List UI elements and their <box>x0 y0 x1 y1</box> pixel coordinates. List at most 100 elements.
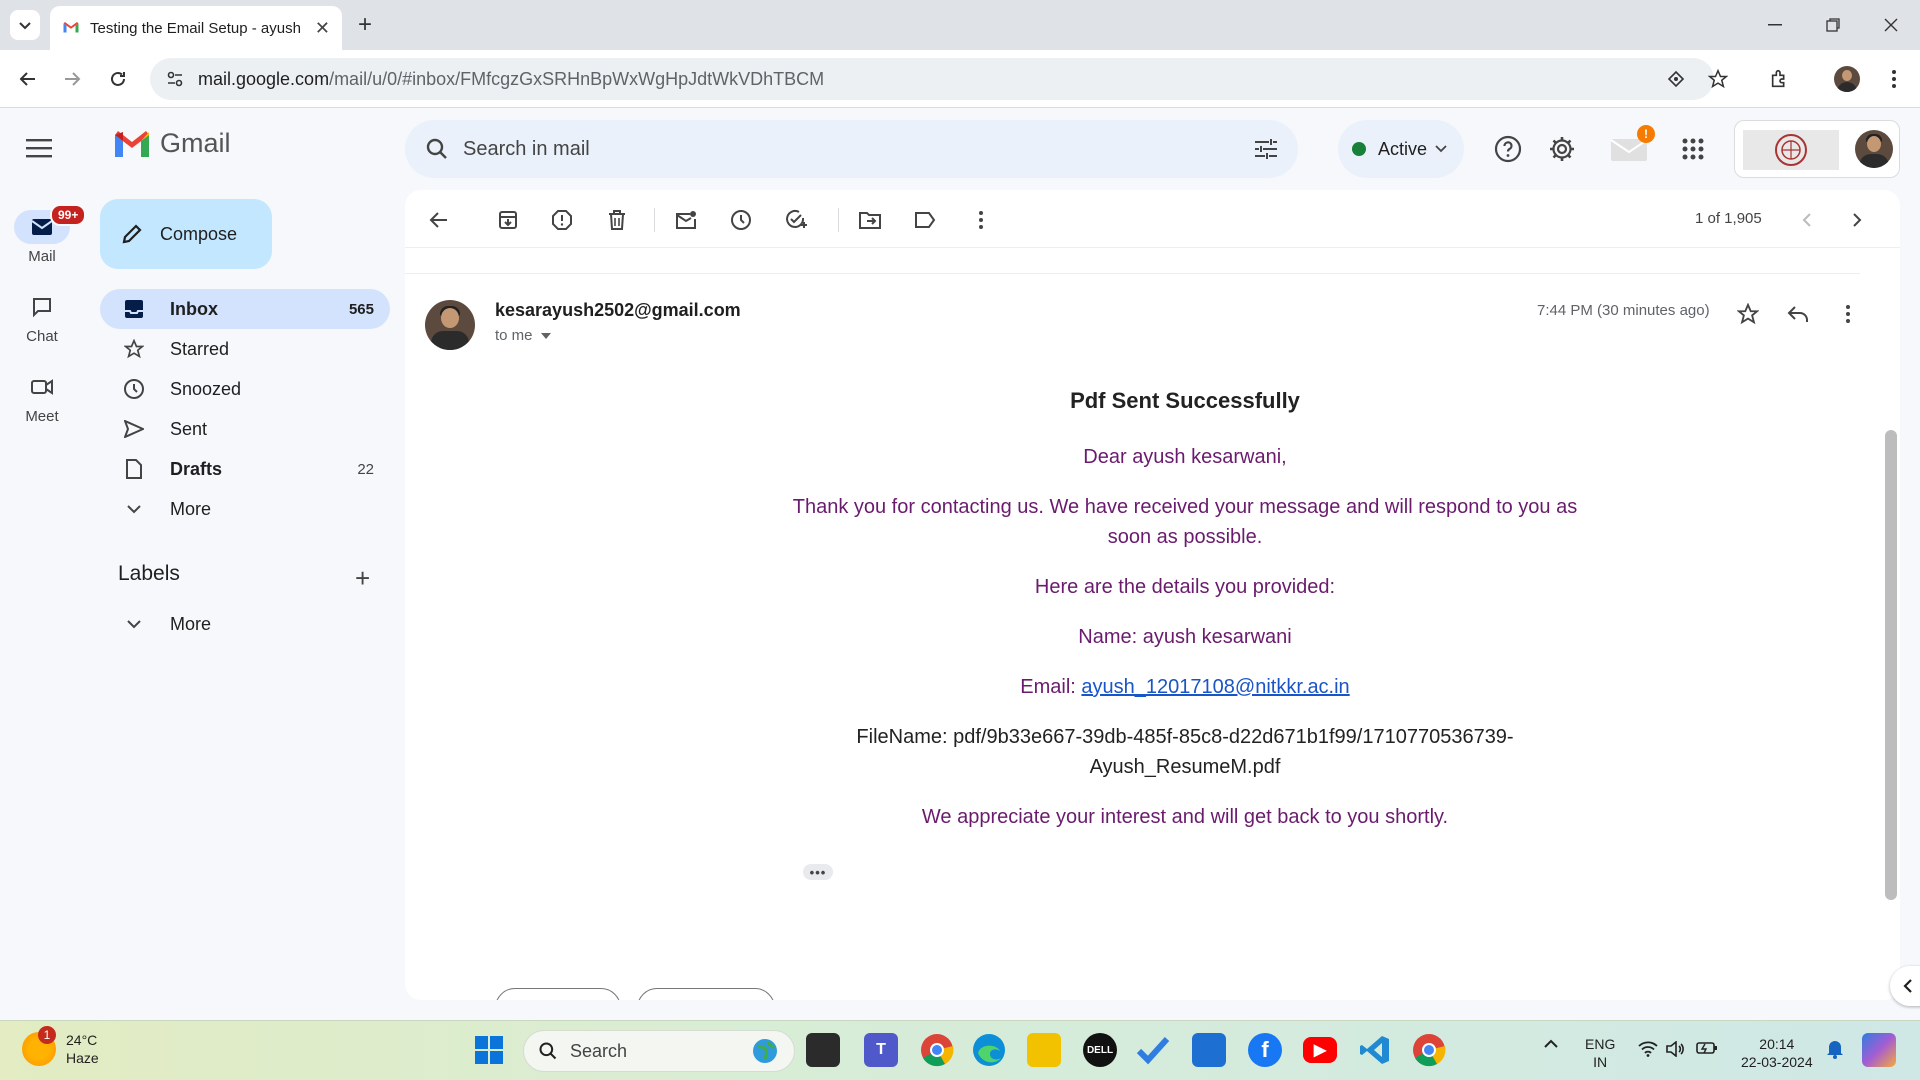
message-scrollbar[interactable] <box>1885 430 1897 900</box>
profile-avatar[interactable] <box>1833 65 1861 93</box>
google-apps-icon[interactable] <box>1677 133 1709 165</box>
mark-unread-icon[interactable] <box>672 206 700 234</box>
minimize-icon[interactable] <box>1760 12 1790 38</box>
reply-icon[interactable] <box>1784 300 1812 328</box>
gmail-logo[interactable]: Gmail <box>112 128 231 159</box>
sender-avatar[interactable] <box>425 300 475 350</box>
settings-gear-icon[interactable] <box>1546 133 1578 165</box>
system-clock[interactable]: 20:14 22-03-2024 <box>1741 1035 1813 1071</box>
chrome-icon[interactable] <box>920 1033 954 1067</box>
forward-button[interactable] <box>637 988 775 1000</box>
star-message-icon[interactable] <box>1734 300 1762 328</box>
wifi-icon[interactable] <box>1638 1041 1658 1057</box>
chevron-down-icon <box>122 504 146 514</box>
message-time: 7:44 PM (30 minutes ago) <box>1537 302 1710 319</box>
back-icon[interactable] <box>14 65 42 93</box>
nav-drafts[interactable]: Drafts 22 <box>100 449 390 489</box>
rail-mail[interactable]: 99+ Mail <box>0 204 87 265</box>
report-spam-icon[interactable] <box>548 206 576 234</box>
move-to-icon[interactable] <box>856 206 884 234</box>
search-input[interactable]: Search in mail <box>463 138 590 161</box>
notifications-icon[interactable]: ! <box>1607 125 1655 165</box>
recipient-details[interactable]: to me <box>495 327 551 344</box>
main-menu-icon[interactable] <box>26 138 52 158</box>
language-indicator[interactable]: ENG IN <box>1585 1035 1615 1071</box>
omnibox[interactable]: mail.google.com/mail/u/0/#inbox/FMfcgzGx… <box>150 58 1714 100</box>
windows-start-icon[interactable] <box>472 1033 506 1067</box>
email-line: Email: ayush_12017108@nitkkr.ac.in <box>1020 676 1350 698</box>
side-panel-toggle-icon[interactable] <box>1890 966 1920 1006</box>
back-to-inbox-icon[interactable] <box>425 206 453 234</box>
site-settings-icon[interactable] <box>166 70 184 88</box>
taskbar-search[interactable]: Search <box>523 1030 795 1072</box>
subject-divider <box>405 273 1860 274</box>
browser-tab[interactable]: Testing the Email Setup - ayush ✕ <box>50 6 342 50</box>
add-label-icon[interactable]: + <box>355 563 370 594</box>
more-options-icon[interactable] <box>967 206 995 234</box>
older-chevron-right-icon[interactable] <box>1843 206 1871 234</box>
notification-bell-icon[interactable] <box>1826 1039 1844 1059</box>
nav-sent[interactable]: Sent <box>100 409 390 449</box>
chrome-active-icon[interactable] <box>1412 1033 1446 1067</box>
volume-icon[interactable] <box>1666 1041 1686 1057</box>
vscode-icon[interactable] <box>1358 1033 1392 1067</box>
edge-icon[interactable] <box>972 1033 1006 1067</box>
nav-snoozed[interactable]: Snoozed <box>100 369 390 409</box>
label-icon[interactable] <box>911 206 939 234</box>
status-selector[interactable]: Active <box>1338 120 1464 178</box>
email-link[interactable]: ayush_12017108@nitkkr.ac.in <box>1081 676 1349 698</box>
forward-icon[interactable] <box>58 65 86 93</box>
reload-icon[interactable] <box>104 65 132 93</box>
rail-meet[interactable]: Meet <box>0 370 84 425</box>
search-icon[interactable] <box>425 137 449 161</box>
close-window-icon[interactable] <box>1876 12 1906 38</box>
message-body: Pdf Sent Successfully Dear ayush kesarwa… <box>785 386 1585 852</box>
gmail-m-icon <box>115 130 149 157</box>
extensions-icon[interactable] <box>1766 65 1794 93</box>
pencil-icon <box>122 224 142 244</box>
search-options-icon[interactable] <box>1254 138 1278 160</box>
youtube-icon[interactable]: ▶ <box>1303 1037 1337 1063</box>
archive-icon[interactable] <box>494 206 522 234</box>
browser-menu-icon[interactable] <box>1880 65 1908 93</box>
message-more-icon[interactable] <box>1834 300 1862 328</box>
nav-starred[interactable]: Starred <box>100 329 390 369</box>
bookmark-star-icon[interactable] <box>1704 65 1732 93</box>
nav-more[interactable]: More <box>100 489 390 529</box>
microsoft-store-icon[interactable] <box>1192 1033 1226 1067</box>
inbox-icon <box>122 299 146 319</box>
nav-inbox[interactable]: Inbox 565 <box>100 289 390 329</box>
snooze-icon[interactable] <box>727 206 755 234</box>
show-trimmed-content-button[interactable]: ••• <box>803 864 833 880</box>
search-bar[interactable]: Search in mail <box>405 120 1298 178</box>
eye-off-icon[interactable] <box>1662 65 1690 93</box>
weather-widget[interactable]: 1 24°C Haze <box>22 1026 99 1067</box>
delete-icon[interactable] <box>603 206 631 234</box>
account-avatar[interactable] <box>1855 130 1893 168</box>
close-tab-icon[interactable]: ✕ <box>315 18 330 39</box>
draft-icon <box>122 459 146 479</box>
restore-icon[interactable] <box>1818 12 1848 38</box>
labels-heading: Labels <box>118 562 180 585</box>
todo-checkmark-icon[interactable] <box>1136 1033 1170 1067</box>
copilot-icon[interactable] <box>1862 1033 1896 1067</box>
file-explorer-icon[interactable] <box>1027 1033 1061 1067</box>
rail-chat[interactable]: Chat <box>0 290 84 345</box>
help-icon[interactable] <box>1492 133 1524 165</box>
dell-icon[interactable]: DELL <box>1083 1033 1117 1067</box>
sender-email[interactable]: kesarayush2502@gmail.com <box>495 300 741 321</box>
new-tab-button[interactable]: + <box>352 11 378 38</box>
compose-button[interactable]: Compose <box>100 199 272 269</box>
task-view-icon[interactable] <box>806 1033 840 1067</box>
labels-more[interactable]: More <box>100 604 390 644</box>
tab-search-button[interactable] <box>10 10 40 40</box>
account-switcher[interactable] <box>1734 120 1900 178</box>
battery-icon[interactable] <box>1696 1041 1718 1055</box>
show-hidden-icons-chevron-up-icon[interactable] <box>1543 1039 1559 1049</box>
newer-chevron-left-icon[interactable] <box>1793 206 1821 234</box>
organization-logo <box>1743 130 1839 170</box>
add-to-tasks-icon[interactable] <box>782 206 810 234</box>
facebook-icon[interactable]: f <box>1248 1033 1282 1067</box>
reply-button[interactable] <box>495 988 621 1000</box>
teams-icon[interactable]: T <box>864 1033 898 1067</box>
